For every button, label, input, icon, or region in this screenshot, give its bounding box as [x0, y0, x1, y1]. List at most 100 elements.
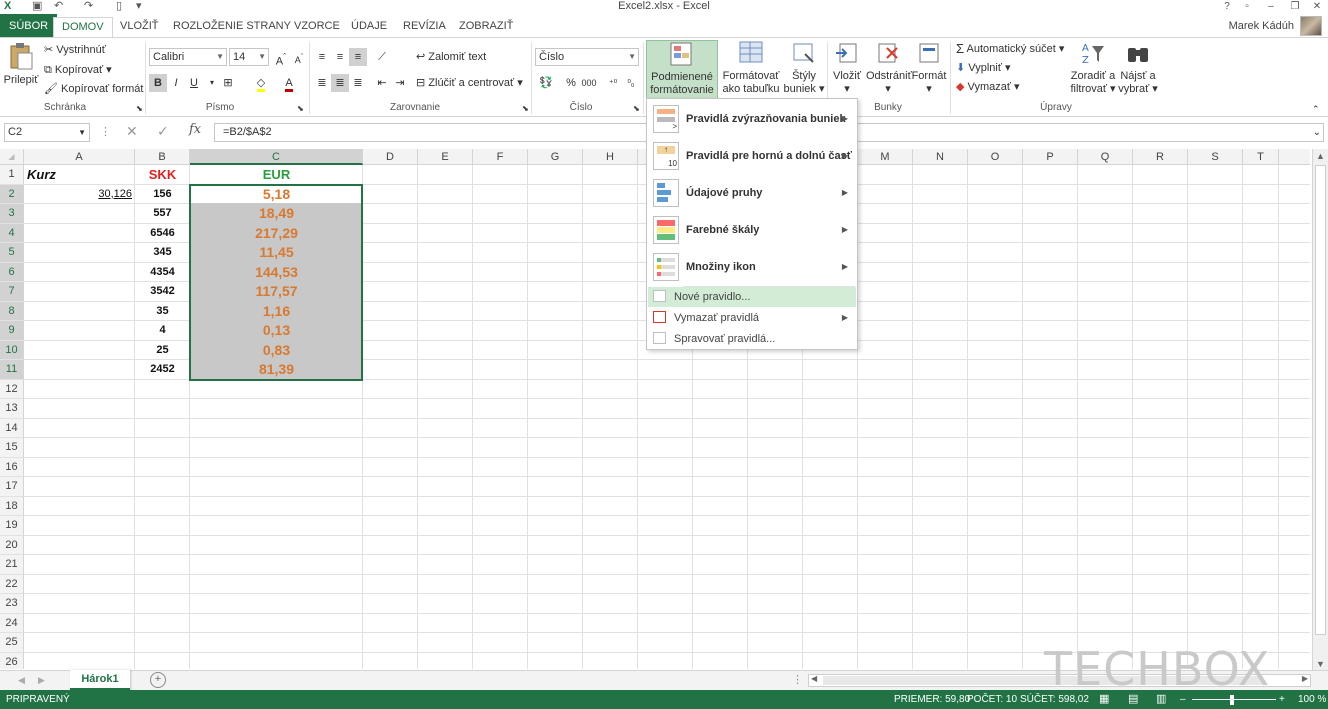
alignment-launcher-icon[interactable]: ⬊ — [522, 102, 529, 116]
cell-c3[interactable]: 18,49 — [190, 204, 363, 224]
column-header-n[interactable]: N — [913, 149, 968, 165]
cell-b8[interactable]: 35 — [135, 302, 190, 322]
tab-file[interactable]: SÚBOR — [0, 14, 58, 38]
menu-item-highlight-rules[interactable]: > Pravidlá zvýrazňovania buniek ▶ — [648, 101, 856, 137]
tab-formulas[interactable]: VZORCE — [286, 17, 348, 38]
autosum-button[interactable]: Σ Automatický súčet ▾ — [956, 42, 1064, 56]
tab-view[interactable]: ZOBRAZIŤ — [451, 17, 521, 38]
scrollbar-thumb[interactable] — [1315, 165, 1326, 635]
row-header-15[interactable]: 15 — [0, 438, 24, 458]
cell-b10[interactable]: 25 — [135, 341, 190, 361]
close-button[interactable]: ✕ — [1308, 0, 1326, 13]
row-header-4[interactable]: 4 — [0, 223, 24, 243]
cell-c11[interactable]: 81,39 — [190, 360, 363, 380]
tab-insert[interactable]: VLOŽIŤ — [112, 17, 167, 38]
row-header-26[interactable]: 26 — [0, 652, 24, 669]
cell-b6[interactable]: 4354 — [135, 263, 190, 283]
menu-item-icon-sets[interactable]: Množiny ikon ▶ — [648, 249, 856, 285]
decrease-indent-icon[interactable]: ⇤ — [373, 74, 391, 92]
column-header-c[interactable]: C — [190, 149, 363, 165]
shrink-font-button[interactable]: Aˇ — [290, 48, 308, 66]
scroll-up-icon[interactable]: ▲ — [1316, 151, 1325, 161]
row-header-13[interactable]: 13 — [0, 399, 24, 419]
format-cells-button[interactable]: Formát ▾ — [911, 40, 947, 100]
row-header-6[interactable]: 6 — [0, 262, 24, 282]
thousands-button[interactable]: 000 — [580, 74, 598, 92]
add-sheet-icon[interactable]: + — [150, 672, 166, 688]
cell-c7[interactable]: 117,57 — [190, 282, 363, 302]
accounting-format-icon[interactable]: 💱 — [537, 74, 555, 92]
grow-font-button[interactable]: Aˆ — [272, 48, 290, 68]
row-header-22[interactable]: 22 — [0, 574, 24, 594]
copy-button[interactable]: ⧉ Kopírovať ▾ — [44, 63, 112, 77]
align-center-icon[interactable]: ≣ — [331, 74, 349, 92]
scroll-right-icon[interactable]: ▶ — [1302, 674, 1308, 683]
row-header-10[interactable]: 10 — [0, 340, 24, 360]
find-select-button[interactable]: Nájsť a vybrať ▾ — [1118, 40, 1158, 100]
cell-styles-button[interactable]: Štýly buniek ▾ — [783, 40, 825, 100]
sort-filter-button[interactable]: AZ Zoradiť a filtrovať ▾ — [1068, 40, 1118, 100]
column-header-a[interactable]: A — [24, 149, 135, 165]
cell-c9[interactable]: 0,13 — [190, 321, 363, 341]
cell-c6[interactable]: 144,53 — [190, 263, 363, 283]
row-header-2[interactable]: 2 — [0, 184, 24, 204]
number-format-select[interactable]: Číslo ▼ — [535, 48, 639, 66]
cell-b11[interactable]: 2452 — [135, 360, 190, 380]
column-header-b[interactable]: B — [135, 149, 190, 165]
column-header-o[interactable]: O — [968, 149, 1023, 165]
menu-item-top-bottom-rules[interactable]: ↑ 10 Pravidlá pre hornú a dolnú časť ▶ — [648, 138, 856, 174]
bold-button[interactable]: B — [149, 74, 167, 92]
cell-b3[interactable]: 557 — [135, 204, 190, 224]
cell-c10[interactable]: 0,83 — [190, 341, 363, 361]
row-header-8[interactable]: 8 — [0, 301, 24, 321]
row-header-1[interactable]: 1 — [0, 165, 24, 185]
increase-decimal-icon[interactable]: ⁺⁰ — [604, 74, 622, 92]
column-header-t[interactable]: T — [1243, 149, 1279, 165]
format-as-table-button[interactable]: Formátovať ako tabuľku ▾ — [720, 40, 782, 108]
align-middle-icon[interactable]: ≡ — [331, 48, 349, 66]
tab-home[interactable]: DOMOV — [53, 17, 113, 38]
tab-review[interactable]: REVÍZIA — [395, 17, 454, 38]
font-color-icon[interactable]: A — [280, 74, 298, 92]
orientation-icon[interactable]: ⟋ — [373, 48, 391, 66]
cell-a1-kurz[interactable]: Kurz — [24, 165, 135, 185]
borders-icon[interactable]: ⊞ — [219, 74, 237, 92]
row-header-19[interactable]: 19 — [0, 516, 24, 536]
zoom-out-icon[interactable]: – — [1180, 690, 1186, 709]
next-sheet-icon[interactable]: ▶ — [38, 673, 45, 687]
cell-b7[interactable]: 3542 — [135, 282, 190, 302]
row-header-12[interactable]: 12 — [0, 379, 24, 399]
row-header-21[interactable]: 21 — [0, 555, 24, 575]
row-header-23[interactable]: 23 — [0, 594, 24, 614]
row-header-5[interactable]: 5 — [0, 243, 24, 263]
row-header-14[interactable]: 14 — [0, 418, 24, 438]
cell-b9[interactable]: 4 — [135, 321, 190, 341]
column-header-e[interactable]: E — [418, 149, 473, 165]
restore-button[interactable]: ❐ — [1286, 0, 1304, 13]
column-header-q[interactable]: Q — [1078, 149, 1133, 165]
increase-indent-icon[interactable]: ⇥ — [391, 74, 409, 92]
align-left-icon[interactable]: ≣ — [313, 74, 331, 92]
merge-center-button[interactable]: ⊟ Zlúčiť a centrovať ▾ — [416, 76, 523, 90]
zoom-in-icon[interactable]: + — [1279, 690, 1285, 709]
cell-c4[interactable]: 217,29 — [190, 224, 363, 244]
row-header-16[interactable]: 16 — [0, 457, 24, 477]
cut-button[interactable]: ✂ Vystrihnúť — [44, 43, 106, 57]
fill-button[interactable]: ⬇ Vyplniť ▾ — [956, 61, 1011, 75]
paste-button[interactable]: Prilepiť — [2, 42, 40, 100]
row-header-25[interactable]: 25 — [0, 633, 24, 653]
conditional-formatting-button[interactable]: Podmienené formátovanie ▾ — [646, 40, 718, 109]
cell-c8[interactable]: 1,16 — [190, 302, 363, 322]
menu-item-color-scales[interactable]: Farebné škály ▶ — [648, 212, 856, 248]
row-header-17[interactable]: 17 — [0, 477, 24, 497]
cell-c1-eur[interactable]: EUR — [190, 165, 363, 185]
align-bottom-icon[interactable]: ≡ — [349, 48, 367, 66]
tab-data[interactable]: ÚDAJE — [343, 17, 395, 38]
clipboard-launcher-icon[interactable]: ⬊ — [136, 102, 143, 116]
percent-button[interactable]: % — [562, 74, 580, 92]
column-header-p[interactable]: P — [1023, 149, 1078, 165]
ribbon-display-button[interactable]: ▫ — [1238, 0, 1256, 13]
zoom-level[interactable]: 100 % — [1298, 690, 1326, 709]
help-button[interactable]: ? — [1218, 0, 1236, 13]
cancel-icon[interactable]: ✕ — [126, 124, 138, 138]
